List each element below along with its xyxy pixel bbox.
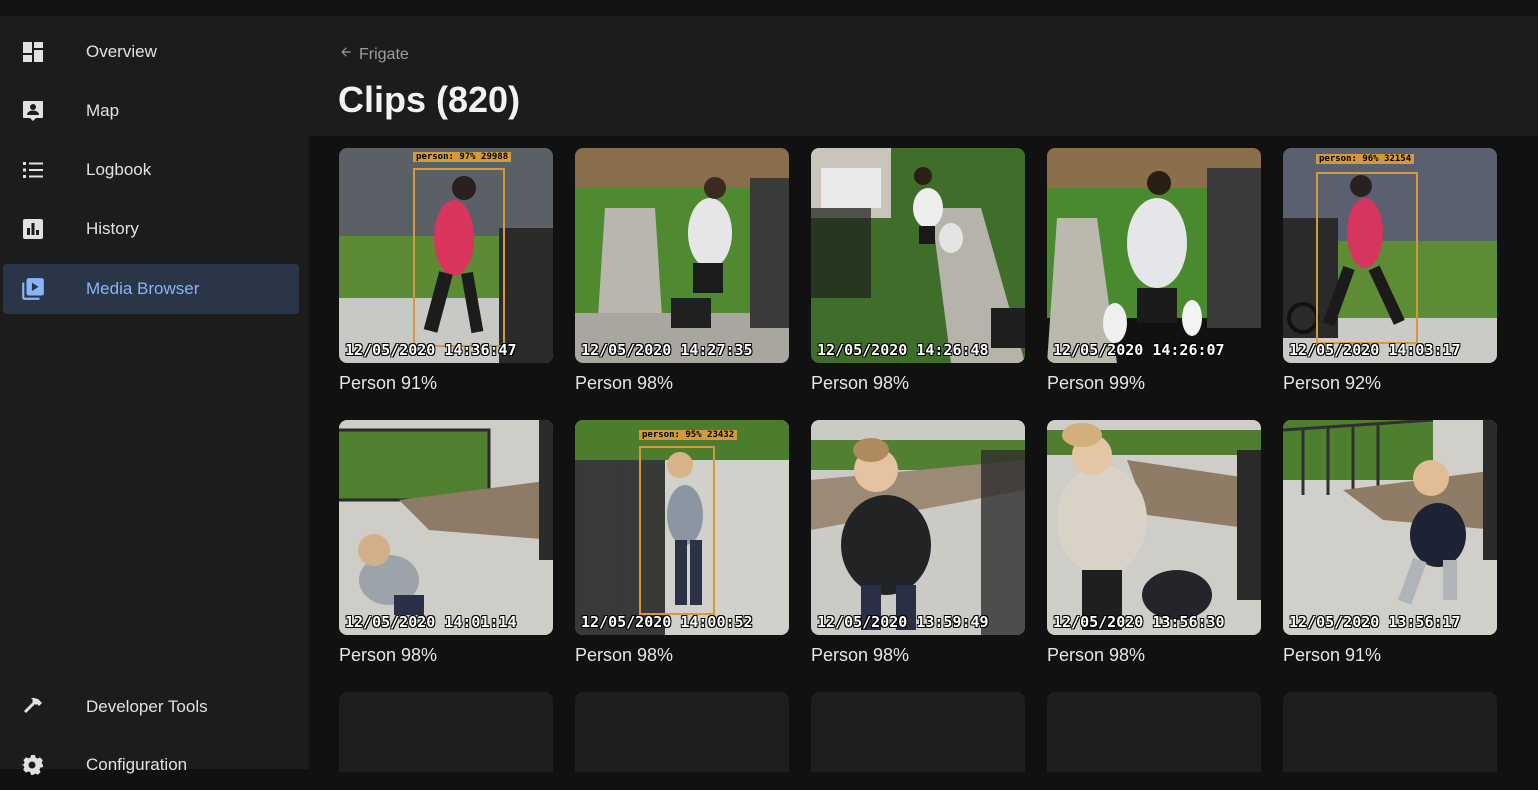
clip-caption: Person 91%	[1283, 645, 1382, 665]
clip-timestamp: 12/05/2020 14:01:14	[345, 613, 517, 631]
clip-card[interactable]: 12/05/2020 13:59:49 Person 98%	[811, 420, 1025, 666]
clip-card[interactable]: 12/05/2020 14:26:48 Person 98%	[811, 148, 1025, 394]
breadcrumb-label: Frigate	[359, 45, 409, 63]
detection-label: person: 97% 29988	[413, 152, 512, 162]
arrow-left-icon	[339, 45, 353, 64]
clip-card[interactable]: 12/05/2020 13:56:17 Person 91%	[1283, 420, 1497, 666]
detection-box	[1316, 172, 1418, 344]
clip-thumbnail: 12/05/2020 14:01:14	[339, 420, 553, 635]
clip-timestamp: 12/05/2020 14:00:52	[581, 613, 753, 631]
clip-thumbnail: person: 97% 29988 12/05/2020 14:36:47	[339, 148, 553, 363]
clip-thumbnail: 12/05/2020 13:59:49	[811, 420, 1025, 635]
top-bar	[0, 0, 1538, 16]
clip-caption: Person 91%	[339, 373, 438, 393]
clip-caption: Person 98%	[811, 373, 910, 393]
sidebar-item-label: Developer Tools	[86, 697, 208, 716]
clip-timestamp: 12/05/2020 13:59:49	[817, 613, 989, 631]
dashboard-icon	[20, 39, 46, 65]
clip-thumbnail: 12/05/2020 14:26:48	[811, 148, 1025, 363]
map-person-icon	[20, 98, 46, 124]
clip-timestamp: 12/05/2020 13:56:17	[1289, 613, 1461, 631]
chart-box-icon	[20, 216, 46, 242]
sidebar-item-history[interactable]: History	[3, 204, 299, 254]
clip-timestamp: 12/05/2020 13:56:30	[1053, 613, 1225, 631]
clip-card[interactable]: person: 95% 23432 12/05/2020 14:00:52 Pe…	[575, 420, 789, 666]
clip-timestamp: 12/05/2020 14:26:07	[1053, 341, 1225, 359]
clip-thumbnail: 12/05/2020 13:56:30	[1047, 420, 1261, 635]
gear-icon	[20, 752, 46, 778]
sidebar-item-map[interactable]: Map	[3, 86, 299, 136]
clip-card[interactable]: 12/05/2020 13:56:30 Person 98%	[1047, 420, 1261, 666]
main-content: Frigate Clips (820) person: 97% 29988 12…	[309, 16, 1538, 772]
sidebar-item-overview[interactable]: Overview	[3, 27, 299, 77]
breadcrumb[interactable]: Frigate	[339, 45, 409, 64]
detection-box	[413, 168, 505, 347]
clip-card-placeholder	[1283, 692, 1497, 772]
clip-card[interactable]: person: 96% 32154 12/05/2020 14:03:17 Pe…	[1283, 148, 1497, 394]
sidebar: Overview Map Logbook History Media Brows…	[0, 16, 309, 775]
list-icon	[20, 157, 46, 183]
sidebar-item-media-browser[interactable]: Media Browser	[3, 264, 299, 314]
clip-thumbnail: person: 96% 32154 12/05/2020 14:03:17	[1283, 148, 1497, 363]
clip-card-placeholder	[1047, 692, 1261, 772]
sidebar-item-label: Configuration	[86, 755, 188, 774]
clip-caption: Person 98%	[575, 373, 674, 393]
clip-caption: Person 92%	[1283, 373, 1382, 393]
page-header: Frigate Clips (820)	[309, 16, 1538, 136]
sidebar-item-label: Logbook	[86, 160, 152, 179]
clip-timestamp: 12/05/2020 14:03:17	[1289, 341, 1461, 359]
clip-caption: Person 99%	[1047, 373, 1146, 393]
clip-thumbnail: 12/05/2020 14:26:07	[1047, 148, 1261, 363]
hammer-icon	[20, 694, 46, 720]
clip-timestamp: 12/05/2020 14:36:47	[345, 341, 517, 359]
clip-caption: Person 98%	[811, 645, 910, 665]
clip-caption: Person 98%	[575, 645, 674, 665]
sidebar-item-label: Overview	[86, 42, 157, 61]
clip-thumbnail: person: 95% 23432 12/05/2020 14:00:52	[575, 420, 789, 635]
clip-thumbnail: 12/05/2020 13:56:17	[1283, 420, 1497, 635]
clip-timestamp: 12/05/2020 14:26:48	[817, 341, 989, 359]
detection-label: person: 95% 23432	[639, 430, 738, 440]
detection-box	[639, 446, 715, 615]
detection-label: person: 96% 32154	[1316, 154, 1415, 164]
sidebar-item-label: Map	[86, 101, 120, 120]
sidebar-item-label: History	[86, 219, 139, 238]
clip-card-placeholder	[575, 692, 789, 772]
clip-thumbnail: 12/05/2020 14:27:35	[575, 148, 789, 363]
sidebar-item-label: Media Browser	[86, 279, 200, 298]
sidebar-item-configuration[interactable]: Configuration	[3, 740, 299, 790]
sidebar-item-logbook[interactable]: Logbook	[3, 145, 299, 195]
clip-card-placeholder	[339, 692, 553, 772]
clip-card-placeholder	[811, 692, 1025, 772]
clip-timestamp: 12/05/2020 14:27:35	[581, 341, 753, 359]
play-box-multiple-icon	[20, 276, 46, 302]
clip-card[interactable]: 12/05/2020 14:27:35 Person 98%	[575, 148, 789, 394]
clip-card[interactable]: 12/05/2020 14:01:14 Person 98%	[339, 420, 553, 666]
clip-card[interactable]: person: 97% 29988 12/05/2020 14:36:47 Pe…	[339, 148, 553, 394]
clip-caption: Person 98%	[339, 645, 438, 665]
clip-card[interactable]: 12/05/2020 14:26:07 Person 99%	[1047, 148, 1261, 394]
sidebar-item-developer-tools[interactable]: Developer Tools	[3, 682, 299, 732]
clip-caption: Person 98%	[1047, 645, 1146, 665]
page-title: Clips (820)	[338, 79, 521, 120]
